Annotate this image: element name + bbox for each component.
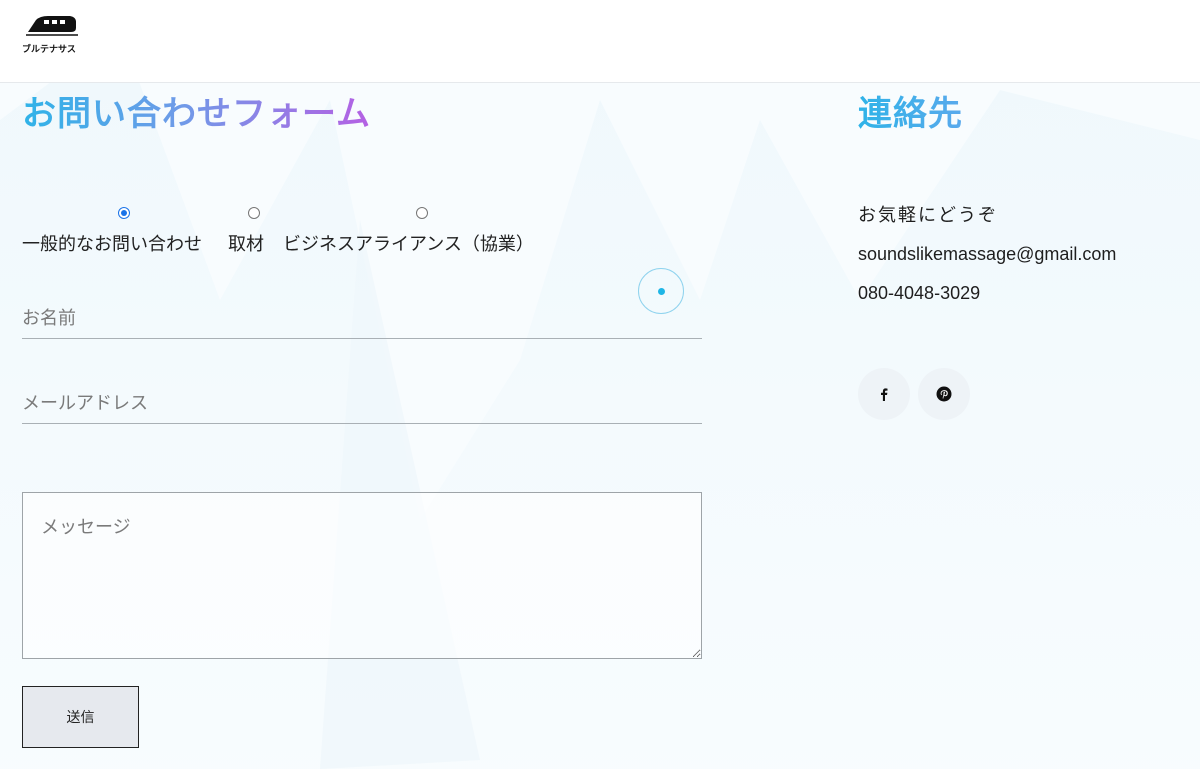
radio-label-business-alliance: ビジネスアライアンス（協業）: [283, 234, 534, 255]
submit-button[interactable]: 送信: [22, 686, 139, 748]
contact-email[interactable]: soundslikemassage@gmail.com: [858, 244, 1116, 265]
message-textarea[interactable]: [22, 492, 702, 659]
main-content: お問い合わせフォーム 一般的なお問い合わせ 取材 ビジネスアライアンス（協業） …: [0, 0, 1200, 769]
contact-phone[interactable]: 080-4048-3029: [858, 283, 980, 304]
name-input[interactable]: [22, 298, 702, 339]
form-title: お問い合わせフォーム: [22, 94, 371, 134]
logo-text: ブルテナサス: [22, 45, 76, 55]
radio-press[interactable]: [248, 207, 260, 219]
logo[interactable]: ブルテナサス: [22, 14, 82, 56]
radio-general-inquiry[interactable]: [118, 207, 130, 219]
pinterest-link[interactable]: [918, 368, 970, 420]
contact-title: 連絡先: [858, 94, 963, 134]
email-input[interactable]: [22, 383, 702, 424]
radio-label-press: 取材: [228, 234, 264, 255]
facebook-icon: [881, 388, 888, 401]
train-icon: [26, 16, 78, 36]
radio-label-general-inquiry: 一般的なお問い合わせ: [22, 234, 202, 255]
pinterest-icon: [936, 386, 952, 402]
site-header: ブルテナサス: [0, 0, 1200, 83]
contact-tagline: お気軽にどうぞ: [858, 205, 998, 225]
radio-business-alliance[interactable]: [416, 207, 428, 219]
facebook-link[interactable]: [858, 368, 910, 420]
